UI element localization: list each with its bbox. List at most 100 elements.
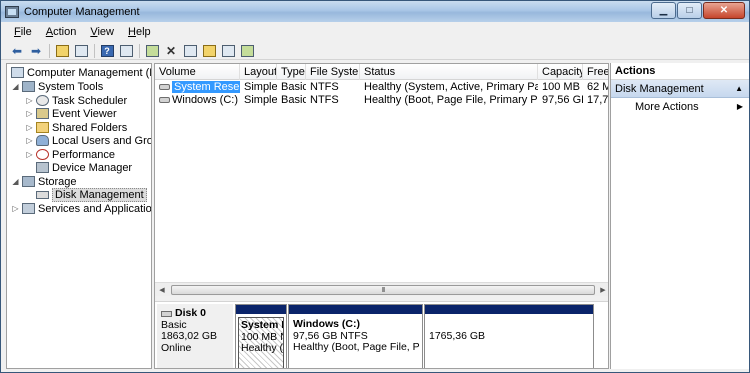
toolbar-separator (49, 43, 50, 58)
capacity-cell: 97,56 GB (542, 94, 583, 106)
menu-help[interactable]: Help (121, 26, 158, 38)
delete-icon[interactable]: ✕ (163, 43, 179, 59)
partition-unallocated[interactable]: 1765,36 GB (424, 304, 594, 368)
title-bar[interactable]: Computer Management ▁ □ ✕ (1, 1, 749, 22)
menu-bar: File Action View Help (1, 22, 749, 42)
actions-pane: Actions Disk Management ▲ More Actions ▶ (610, 63, 749, 369)
expand-triangle-icon[interactable]: ▷ (25, 150, 34, 159)
open-folder-icon[interactable] (201, 43, 217, 59)
back-arrow-icon[interactable]: ⬅ (9, 43, 25, 59)
collapse-triangle-icon[interactable]: ◢ (11, 82, 20, 91)
console-tree: Computer Management (Local ◢ System Tool… (6, 63, 152, 369)
status-cell: Healthy (Boot, Page File, Primary Partit… (364, 94, 538, 106)
disk-icon (36, 190, 49, 199)
menu-file[interactable]: File (7, 26, 39, 38)
scroll-right-icon[interactable]: ▶ (596, 283, 608, 297)
toolbar: ⬅ ➡ ? ✕ (1, 42, 749, 60)
expand-triangle-icon[interactable]: ▷ (25, 123, 34, 132)
collapse-up-icon[interactable]: ▲ (735, 80, 743, 98)
actions-section-disk-management[interactable]: Disk Management ▲ (611, 80, 749, 98)
services-icon (22, 203, 35, 215)
capacity-cell: 100 MB (542, 81, 580, 93)
checklist-icon[interactable] (182, 43, 198, 59)
free-cell: 17,7 (587, 94, 609, 106)
menu-action[interactable]: Action (39, 26, 84, 38)
tools-icon (22, 81, 35, 93)
volume-icon (159, 97, 170, 104)
expand-triangle-icon[interactable]: ▷ (25, 96, 34, 105)
column-header-free[interactable]: Free (583, 64, 608, 80)
expand-triangle-icon[interactable]: ▷ (11, 204, 20, 213)
disk-properties-icon[interactable] (239, 43, 255, 59)
tree-item-device-manager[interactable]: Device Manager (34, 161, 132, 175)
tree-item-task-scheduler[interactable]: ▷ Task Scheduler (25, 94, 127, 108)
column-header-layout[interactable]: Layout (240, 64, 277, 80)
search-icon[interactable] (220, 43, 236, 59)
column-header-volume[interactable]: Volume (155, 64, 240, 80)
volume-cell: Windows (C:) (155, 94, 240, 107)
column-header-file-system[interactable]: File System (306, 64, 360, 80)
refresh-icon[interactable] (144, 43, 160, 59)
show-hide-console-tree-icon[interactable] (73, 43, 89, 59)
tree-item-system-tools[interactable]: ◢ System Tools (11, 80, 103, 94)
partition-size: 1765,36 GB (429, 330, 486, 342)
tree-item-storage[interactable]: ◢ Storage (11, 175, 76, 189)
disk-state: Online (161, 341, 192, 354)
toolbar-separator (94, 43, 95, 58)
menu-view[interactable]: View (83, 26, 121, 38)
tree-item-shared-folders[interactable]: ▷ Shared Folders (25, 121, 127, 135)
expand-triangle-icon[interactable]: ▷ (25, 136, 34, 145)
submenu-arrow-icon: ▶ (736, 102, 743, 111)
computer-management-icon (5, 5, 19, 18)
more-actions-item[interactable]: More Actions ▶ (611, 98, 749, 116)
users-icon (36, 135, 49, 147)
partition-status: Healthy (S (241, 342, 284, 354)
tree-item-local-users[interactable]: ▷ Local Users and Groups (25, 134, 151, 148)
partition-name: System Re (241, 319, 283, 331)
partition-system-reserved[interactable]: System Re 100 MB NT Healthy (S (235, 304, 287, 368)
disk-icon (161, 310, 172, 317)
window-title: Computer Management (24, 5, 140, 18)
collapse-triangle-icon[interactable]: ◢ (11, 177, 20, 186)
column-header-capacity[interactable]: Capacity (538, 64, 583, 80)
volume-icon (159, 84, 170, 91)
horizontal-scrollbar[interactable]: ◀ III ▶ (155, 282, 608, 297)
computer-icon (11, 67, 24, 79)
partition-header-bar (289, 305, 422, 314)
maximize-button[interactable]: □ (677, 2, 702, 19)
help-icon[interactable]: ? (99, 43, 115, 59)
partition-windows-c[interactable]: Windows (C:) 97,56 GB NTFS Healthy (Boot… (288, 304, 423, 368)
disk-graphical-view: Disk 0 Basic 1863,02 GB Online System Re… (155, 302, 608, 368)
window-controls: ▁ □ ✕ (650, 2, 745, 19)
scrollbar-thumb[interactable]: III (171, 285, 595, 295)
tree-item-performance[interactable]: ▷ Performance (25, 148, 115, 162)
close-button[interactable]: ✕ (703, 2, 745, 19)
expand-triangle-icon[interactable]: ▷ (25, 109, 34, 118)
partition-status: Healthy (Boot, Page File, Prima (293, 341, 420, 353)
forward-arrow-icon[interactable]: ➡ (28, 43, 44, 59)
volume-cell: System Reserved (155, 81, 240, 94)
column-header-type[interactable]: Type (277, 64, 306, 80)
type-cell: Basic (281, 94, 306, 106)
up-folder-icon[interactable] (54, 43, 70, 59)
disk-size: 1863,02 GB (161, 330, 218, 342)
status-cell: Healthy (System, Active, Primary Partiti… (364, 81, 538, 93)
minimize-button[interactable]: ▁ (651, 2, 676, 19)
computer-management-window: Computer Management ▁ □ ✕ File Action Vi… (0, 0, 750, 373)
column-header-status[interactable]: Status (360, 64, 538, 80)
event-viewer-icon (36, 108, 49, 120)
layout-cell: Simple (244, 94, 277, 106)
scroll-left-icon[interactable]: ◀ (155, 283, 169, 297)
properties-icon[interactable] (118, 43, 134, 59)
free-cell: 62 M (587, 81, 608, 93)
tree-item-event-viewer[interactable]: ▷ Event Viewer (25, 107, 116, 121)
file-system-cell: NTFS (310, 94, 339, 106)
tree-item-computer-management[interactable]: Computer Management (Local (9, 66, 151, 80)
tree-item-services-applications[interactable]: ▷ Services and Applications (11, 202, 151, 216)
disk-0-label[interactable]: Disk 0 Basic 1863,02 GB Online (157, 304, 233, 368)
table-row[interactable]: System Reserved Simple Basic NTFS Health… (155, 81, 608, 94)
table-row[interactable]: Windows (C:) Simple Basic NTFS Healthy (… (155, 94, 609, 107)
clock-icon (36, 95, 49, 107)
shared-folder-icon (36, 122, 49, 134)
tree-item-disk-management[interactable]: Disk Management (34, 187, 147, 202)
